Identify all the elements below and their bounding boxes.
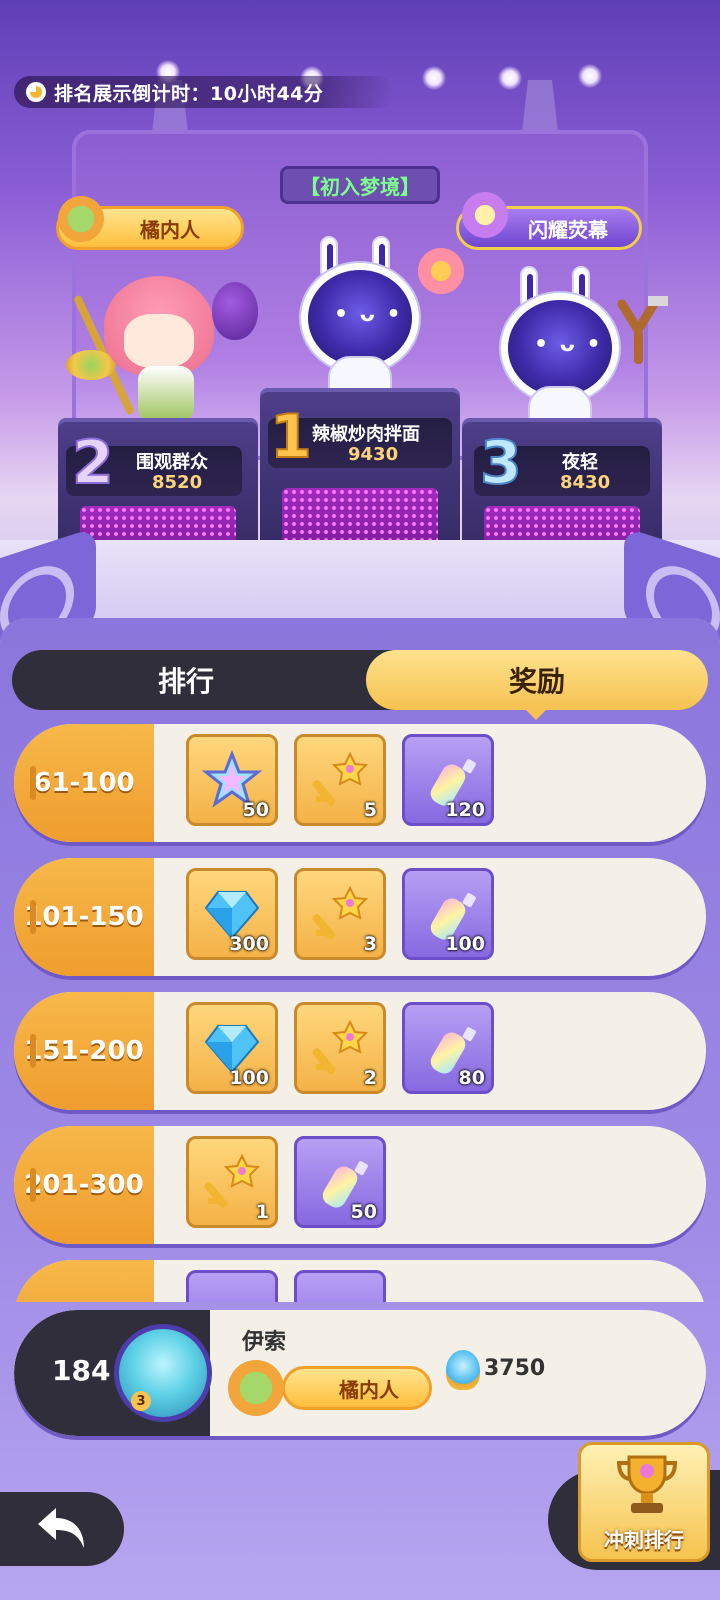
- rank-1-character: • ᴗ •: [296, 236, 426, 412]
- reward-item[interactable]: 3: [294, 868, 386, 960]
- rank-3-score: 8430: [560, 472, 611, 493]
- back-button[interactable]: [0, 1492, 124, 1566]
- item-quantity: 50: [350, 1201, 377, 1223]
- item-quantity: 300: [229, 933, 269, 955]
- tier-range: 61-100: [14, 724, 154, 842]
- my-title-badge[interactable]: 橘内人: [282, 1366, 432, 1410]
- title-badge-left-text: 橘内人: [140, 217, 200, 242]
- girl-body: [138, 366, 194, 422]
- rank-3-character: • ᴗ •: [496, 266, 626, 442]
- tier-range-partial: [14, 1260, 154, 1302]
- rank-1-plate[interactable]: 1 辣椒炒肉拌面 9430: [268, 401, 452, 473]
- reward-item-partial[interactable]: [294, 1270, 386, 1302]
- rank-2-character: [60, 270, 240, 430]
- my-rank-bar[interactable]: 184 3 伊索 橘内人 3750: [14, 1310, 706, 1436]
- reward-item[interactable]: 1: [186, 1136, 278, 1228]
- stage-light: [578, 64, 602, 88]
- sprint-ranking-button[interactable]: 冲刺排行: [548, 1442, 720, 1570]
- rank-2-name: 围观群众: [136, 452, 208, 473]
- tier-range: 151-200: [14, 992, 154, 1110]
- my-score: 3750: [484, 1356, 546, 1381]
- rank-1-score: 9430: [348, 444, 399, 465]
- reward-tier: 61-100 50 5 120: [14, 724, 706, 842]
- reward-item[interactable]: 5: [294, 734, 386, 826]
- tier-range: 201-300: [14, 1126, 154, 1244]
- item-quantity: 5: [363, 799, 377, 821]
- clock-icon: [26, 82, 46, 102]
- my-title-badge-text: 橘内人: [339, 1377, 399, 1402]
- dream-gem-icon: [446, 1350, 480, 1390]
- countdown-label: 排名展示倒计时：: [54, 82, 211, 105]
- reward-item[interactable]: 50: [294, 1136, 386, 1228]
- item-quantity: 80: [458, 1067, 485, 1089]
- rank-3-name: 夜轻: [562, 452, 598, 473]
- star-key-icon: [312, 885, 369, 940]
- star-key-icon: [204, 1153, 261, 1208]
- rank-3-plate[interactable]: 3 夜轻 8430: [474, 427, 650, 499]
- stage-light: [422, 66, 446, 90]
- rank-2-score: 8520: [152, 472, 203, 493]
- tab-bar: 排行 奖励: [12, 650, 708, 720]
- reward-tier-partial: [14, 1260, 706, 1302]
- back-arrow-icon: [38, 1508, 84, 1548]
- reward-item[interactable]: 120: [402, 734, 494, 826]
- countdown-value: 10小时44分: [210, 82, 324, 105]
- reward-tier: 151-200 100 2 80: [14, 992, 706, 1110]
- star-key-icon: [312, 1019, 369, 1074]
- podium-stage: 【初入梦境】 橘内人 闪耀荧幕 • ᴗ • • ᴗ • 2 围观群众 8520 …: [0, 0, 720, 640]
- gourd-badge-icon: [228, 1360, 284, 1416]
- reward-item[interactable]: 80: [402, 1002, 494, 1094]
- reward-item[interactable]: 100: [402, 868, 494, 960]
- reward-item[interactable]: 2: [294, 1002, 386, 1094]
- reward-item[interactable]: 100: [186, 1002, 278, 1094]
- tab-rewards[interactable]: 奖励: [366, 650, 708, 720]
- bunny-ear: [320, 236, 338, 280]
- rewards-list[interactable]: 61-100 50 5 120 101-150 300 3 100 151-20…: [14, 724, 706, 1302]
- item-quantity: 50: [242, 799, 269, 821]
- item-quantity: 2: [363, 1067, 377, 1089]
- rank-2-plate[interactable]: 2 围观群众 8520: [66, 427, 242, 499]
- season-title: 【初入梦境】: [280, 166, 440, 204]
- item-quantity: 120: [445, 799, 485, 821]
- tab-rewards-label: 奖励: [508, 665, 565, 698]
- sprint-ranking-card: 冲刺排行: [578, 1442, 710, 1562]
- star-key-icon: [312, 751, 369, 806]
- bunny-face: • ᴗ •: [534, 332, 603, 357]
- bird-badge-icon: [462, 192, 508, 238]
- reward-item-partial[interactable]: [186, 1270, 278, 1302]
- my-rank-number: 184: [52, 1354, 111, 1387]
- my-name: 伊索: [242, 1330, 287, 1355]
- sprint-ranking-label: 冲刺排行: [604, 1528, 684, 1552]
- eggplant-icon: [212, 282, 258, 340]
- item-quantity: 100: [445, 933, 485, 955]
- item-quantity: 100: [229, 1067, 269, 1089]
- slingshot-icon: [617, 296, 668, 364]
- tab-ranking-label: 排行: [157, 665, 214, 698]
- avatar[interactable]: 3: [114, 1324, 212, 1422]
- item-quantity: 1: [255, 1201, 269, 1223]
- item-quantity: 3: [363, 933, 377, 955]
- stage-light: [498, 66, 522, 90]
- reward-item[interactable]: 300: [186, 868, 278, 960]
- reward-tier: 201-300 1 50: [14, 1126, 706, 1244]
- rank-2-number: 2: [71, 427, 115, 499]
- rank-1-number: 1: [269, 401, 313, 473]
- season-title-text: 【初入梦境】: [300, 174, 420, 199]
- rank-3-number: 3: [479, 427, 523, 499]
- gourd-badge-icon: [58, 196, 104, 242]
- rank-1-name: 辣椒炒肉拌面: [312, 424, 420, 445]
- bunny-face: • ᴗ •: [334, 302, 403, 327]
- avatar-level-badge: 3: [131, 1391, 151, 1411]
- reward-tier: 101-150 300 3 100: [14, 858, 706, 976]
- title-badge-right-text: 闪耀荧幕: [528, 217, 608, 242]
- reward-item[interactable]: 50: [186, 734, 278, 826]
- tab-ranking[interactable]: 排行: [12, 650, 360, 710]
- girl-face: [124, 314, 194, 368]
- my-rank-section: 184 3: [14, 1310, 212, 1436]
- sunflower-horn-icon: [418, 248, 464, 294]
- tier-range: 101-150: [14, 858, 154, 976]
- bunny-ear: [520, 266, 538, 310]
- ranking-countdown: 排名展示倒计时： 10小时44分: [14, 76, 394, 108]
- trophy-icon: [616, 1455, 678, 1513]
